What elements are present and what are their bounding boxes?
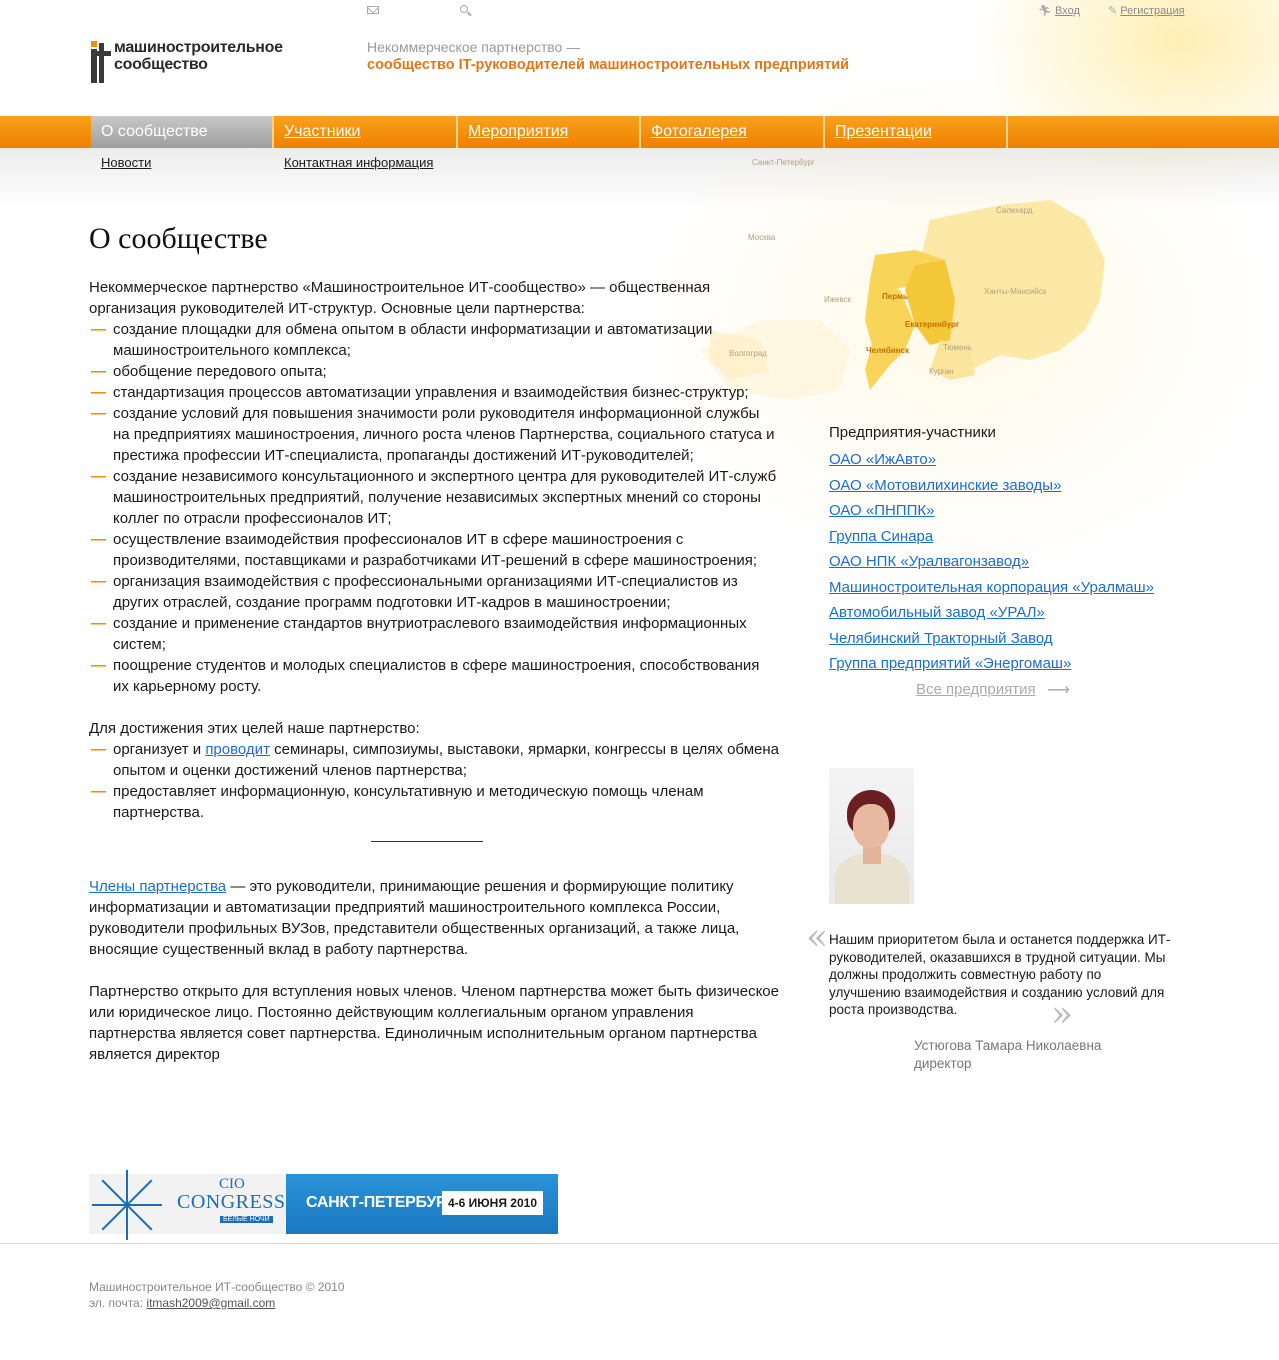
login-link-group[interactable]: 🏃︎ Вход — [1038, 4, 1080, 17]
footer-email-row: эл. почта: itmash2009@gmail.com — [89, 1296, 276, 1310]
map-label-chelyabinsk: Челябинск — [866, 346, 909, 355]
banner-date: 4-6 ИЮНЯ 2010 — [442, 1191, 543, 1215]
arrow-right-icon: ⟶ — [1047, 682, 1070, 699]
director-photo — [829, 768, 914, 904]
banner-city: САНКТ-ПЕТЕРБУРГ — [306, 1194, 456, 1211]
page-title: О сообществе — [89, 222, 268, 255]
footer-email-link[interactable]: itmash2009@gmail.com — [146, 1296, 275, 1310]
all-companies-link[interactable]: Все предприятия — [916, 681, 1036, 698]
map-label-tyumen: Тюмень — [943, 343, 972, 352]
footer-copyright: Машиностроительное ИТ-сообщество © 2010 — [89, 1280, 345, 1294]
list-item: создание независимого консультационного … — [89, 466, 779, 529]
quote-close-icon: » — [1051, 994, 1074, 1035]
list-item: создание условий для повышения значимост… — [89, 403, 779, 466]
company-link[interactable]: Автомобильный завод «УРАЛ» — [829, 600, 1154, 626]
register-link-group[interactable]: ✎ Регистрация — [1108, 4, 1185, 17]
open-paragraph: Партнерство открыто для вступления новых… — [89, 983, 779, 1063]
list-item: создание и применение стандартов внутрио… — [89, 613, 779, 655]
subnav-news[interactable]: Новости — [101, 155, 151, 170]
list-item: организация взаимодействия с профессиона… — [89, 571, 779, 613]
company-link[interactable]: ОАО «ПНППК» — [829, 498, 1154, 524]
map-label-ekaterinburg: Екатеринбург — [905, 320, 960, 329]
nav-item-events[interactable]: Мероприятия — [458, 116, 639, 148]
map-label-kurgan: Курган — [929, 367, 954, 376]
main-content: Некоммерческое партнерство «Машиностроит… — [89, 277, 779, 1065]
register-link[interactable]: Регистрация — [1120, 5, 1184, 17]
conduct-link[interactable]: проводит — [205, 741, 270, 758]
nav-item-presentations[interactable]: Презентации — [825, 116, 1006, 148]
list-item: предоставляет информационную, консультат… — [89, 781, 779, 823]
companies-header: Предприятия-участники — [829, 424, 996, 441]
map-label-salekhard: Салехард — [996, 206, 1033, 215]
company-link[interactable]: Машиностроительная корпорация «Уралмаш» — [829, 575, 1154, 601]
map-label-izhevsk: Ижевск — [824, 295, 852, 304]
means-intro: Для достижения этих целей наше партнерст… — [89, 720, 420, 737]
members-paragraph: Члены партнерства — это руководители, пр… — [89, 878, 740, 958]
company-link[interactable]: ОАО «Мотовилихинские заводы» — [829, 473, 1154, 499]
list-item: поощрение студентов и молодых специалист… — [89, 655, 779, 697]
list-item: осуществление взаимодействия профессиона… — [89, 529, 779, 571]
search-icon[interactable] — [460, 5, 468, 13]
member-companies: Предприятия-участники ОАО «ИжАвто» ОАО «… — [829, 424, 1154, 677]
quote-open-icon: « — [806, 917, 829, 958]
subnav-contacts[interactable]: Контактная информация — [284, 155, 433, 170]
intro-paragraph: Некоммерческое партнерство «Машиностроит… — [89, 279, 711, 317]
nav-item-members[interactable]: Участники — [274, 116, 456, 148]
logo-mark-icon — [89, 39, 111, 85]
company-link[interactable]: Группа предприятий «Энергомаш» — [829, 651, 1154, 677]
director-quote: Нашим приоритетом была и останется подде… — [829, 932, 1171, 1017]
company-link[interactable]: ОАО НПК «Уралвагонзавод» — [829, 549, 1154, 575]
means-list: организует и проводит семинары, симпозиу… — [89, 739, 779, 823]
banner-congress: CONGRESS — [177, 1191, 286, 1213]
site-logo[interactable]: машиностроительное сообщество — [89, 39, 283, 85]
cio-congress-banner[interactable]: CIO CONGRESS БЕЛЫЕ НОЧИ САНКТ-ПЕТЕРБУРГ … — [89, 1170, 558, 1240]
banner-white-nights: БЕЛЫЕ НОЧИ — [220, 1216, 273, 1223]
register-icon: ✎ — [1108, 5, 1118, 17]
logo-text: машиностроительное сообщество — [114, 39, 283, 73]
quote-author: Устюгова Тамара Николаевна директор — [914, 1038, 1102, 1071]
members-link[interactable]: Члены партнерства — [89, 878, 226, 895]
list-item: обобщение передового опыта; — [89, 361, 779, 382]
goals-list: создание площадки для обмена опытом в об… — [89, 319, 779, 697]
list-item: стандартизация процессов автоматизации у… — [89, 382, 779, 403]
company-link[interactable]: Группа Синара — [829, 524, 1154, 550]
login-link[interactable]: Вход — [1055, 5, 1080, 17]
mail-icon[interactable] — [367, 6, 379, 14]
map-label-perm: Пермь — [882, 292, 908, 301]
list-item: создание площадки для обмена опытом в об… — [89, 319, 779, 361]
site-tagline: Некоммерческое партнерство — сообщество … — [367, 39, 850, 73]
footer-divider — [0, 1243, 1279, 1244]
map-label-moscow: Москва — [748, 233, 776, 242]
map-label-khanty: Ханты-Мансийск — [984, 287, 1047, 296]
nav-item-about[interactable]: О сообществе — [91, 116, 272, 148]
company-link[interactable]: Челябинский Тракторный Завод — [829, 626, 1154, 652]
company-link[interactable]: ОАО «ИжАвто» — [829, 447, 1154, 473]
list-item: организует и проводит семинары, симпозиу… — [89, 739, 779, 781]
map-label-spb: Санкт-Петербург — [752, 158, 815, 167]
runner-icon: 🏃︎ — [1038, 5, 1052, 17]
nav-item-gallery[interactable]: Фотогалерея — [641, 116, 823, 148]
footer: Машиностроительное ИТ-сообщество © 2010 … — [89, 1279, 345, 1311]
